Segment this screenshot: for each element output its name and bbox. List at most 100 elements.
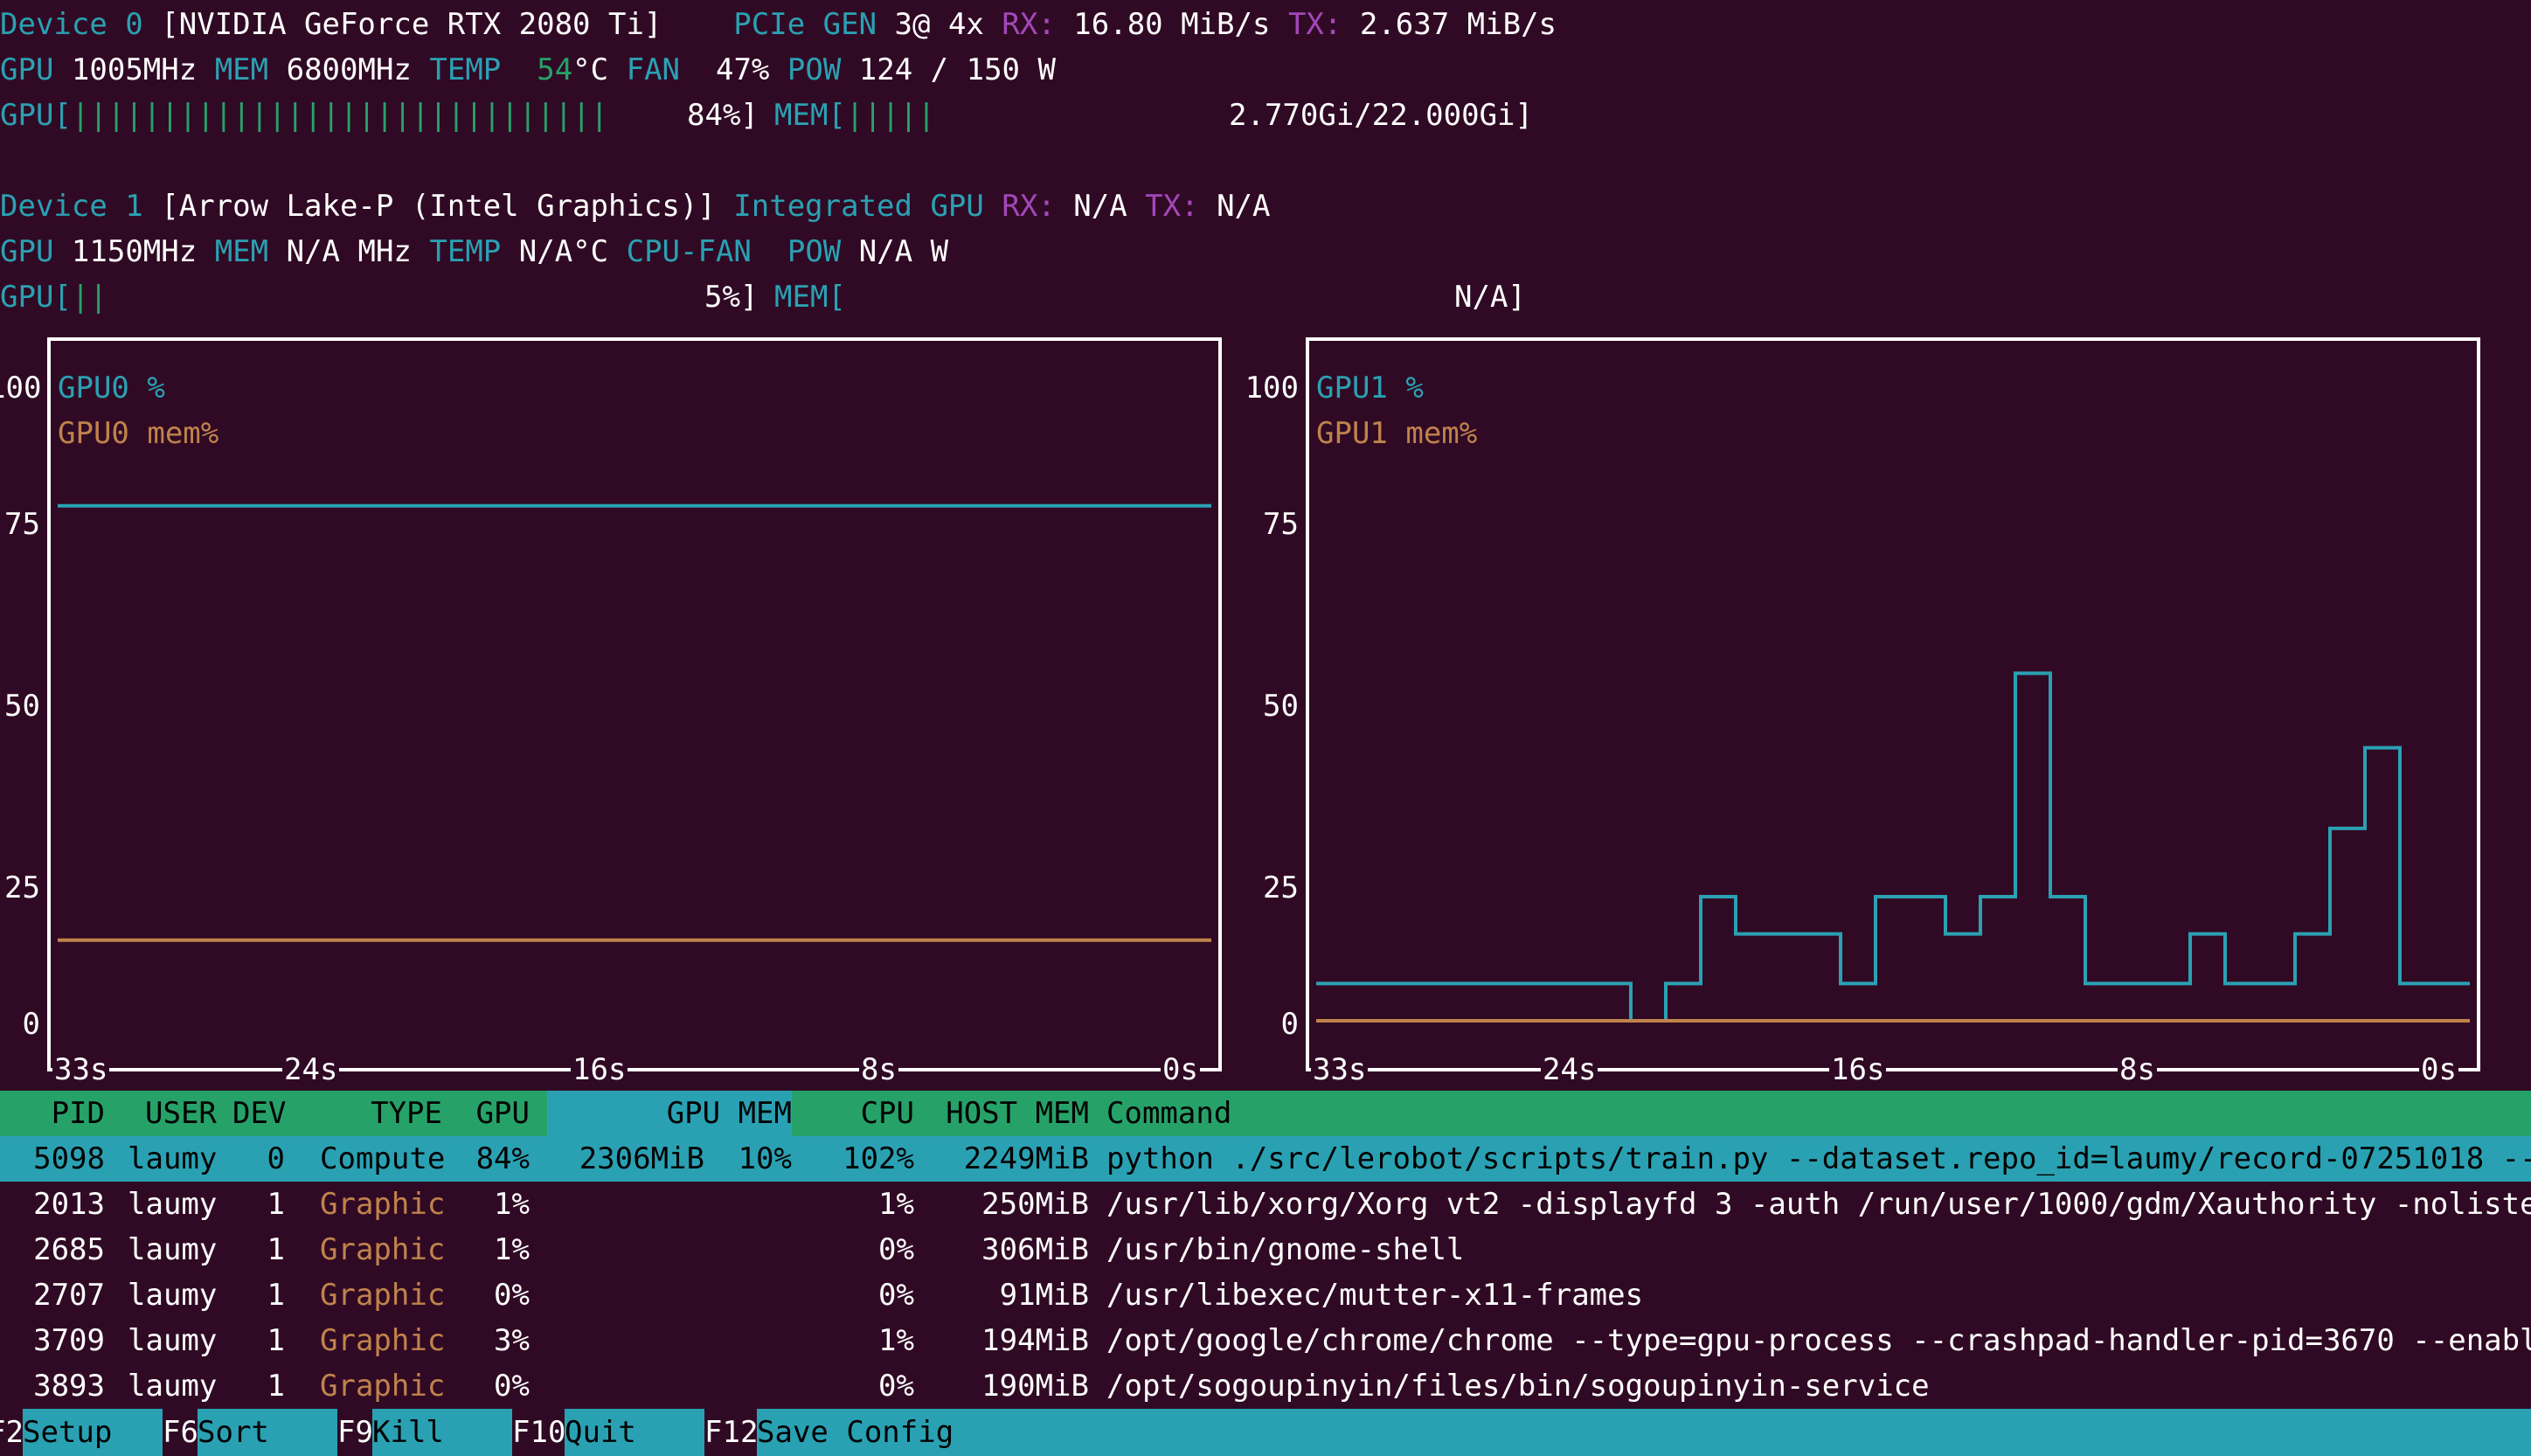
- cell-type: Graphic: [320, 1187, 446, 1222]
- fkey-f6[interactable]: F6: [163, 1409, 198, 1456]
- cell-dev: 1: [267, 1232, 285, 1267]
- cell-hostmem: 190MiB: [981, 1369, 1089, 1404]
- cell-gpu: 0%: [494, 1369, 530, 1404]
- fkey-quit-button[interactable]: Quit: [565, 1409, 704, 1456]
- cell-pid: 3893: [33, 1369, 105, 1404]
- gpu0-legend-1: GPU0 mem%: [58, 416, 219, 451]
- fkey-f2[interactable]: F2: [0, 1409, 24, 1456]
- cell-command: /usr/lib/xorg/Xorg vt2 -displayfd 3 -aut…: [1106, 1187, 2531, 1222]
- cell-user: laumy: [128, 1232, 218, 1267]
- cell-user: laumy: [128, 1278, 218, 1313]
- cell-cpu: 0%: [878, 1232, 914, 1267]
- cell-hostmem: 306MiB: [981, 1232, 1089, 1267]
- cell-type: Compute: [320, 1141, 446, 1176]
- cell-type: Graphic: [320, 1369, 446, 1404]
- gpu1-ytick-50: 50: [1263, 689, 1299, 724]
- cell-command: /opt/sogoupinyin/files/bin/sogoupinyin-s…: [1106, 1369, 1930, 1404]
- cell-type: Graphic: [320, 1323, 446, 1358]
- table-row[interactable]: 2707 laumy 1 Graphic 0% 0% 91MiB/usr/libexec/m…: [0, 1272, 2531, 1318]
- cell-command: /opt/google/chrome/chrome --type=gpu-pro…: [1106, 1323, 2531, 1358]
- gpu1-ytick-0: 0: [1280, 1007, 1299, 1042]
- column-header-command[interactable]: Command: [1106, 1091, 1231, 1136]
- cell-type: Graphic: [320, 1278, 446, 1313]
- cell-pid: 2707: [33, 1278, 105, 1313]
- cell-dev: 0: [267, 1141, 285, 1176]
- cell-dev: 1: [267, 1323, 285, 1358]
- fkey-f10[interactable]: F10: [512, 1409, 565, 1456]
- cell-cpu: 102%: [843, 1141, 914, 1176]
- cell-hostmem: 250MiB: [981, 1187, 1089, 1222]
- gpu1-xtick-16s: 16s: [1829, 1047, 1887, 1092]
- cell-dev: 1: [267, 1187, 285, 1222]
- column-header-host-mem[interactable]: HOST MEM: [946, 1091, 1089, 1136]
- cell-user: laumy: [128, 1187, 218, 1222]
- cell-gpu: 1%: [494, 1187, 530, 1222]
- gpu0-legend-0: GPU0 %: [58, 371, 165, 406]
- gpu0-xtick-16s: 16s: [571, 1047, 628, 1092]
- gpu0-ytick-25: 25: [4, 870, 40, 905]
- gpu1-xtick-24s: 24s: [1541, 1047, 1598, 1092]
- cell-dev: 1: [267, 1369, 285, 1404]
- cell-user: laumy: [128, 1369, 218, 1404]
- cell-command: /usr/libexec/mutter-x11-frames: [1106, 1278, 1644, 1313]
- gpu1-ytick-25: 25: [1263, 870, 1299, 905]
- column-header-type[interactable]: TYPE: [371, 1091, 442, 1136]
- gpu1-xtick-33s: 33s: [1311, 1047, 1369, 1092]
- cell-pid: 2013: [33, 1187, 105, 1222]
- column-header-dev[interactable]: DEV: [232, 1091, 286, 1136]
- cell-dev: 1: [267, 1278, 285, 1313]
- cell-cpu: 0%: [878, 1278, 914, 1313]
- cell-hostmem: 194MiB: [981, 1323, 1089, 1358]
- column-header-gpu-mem[interactable]: GPU MEM: [667, 1091, 792, 1136]
- cell-hostmem: 2249MiB: [963, 1141, 1089, 1176]
- cell-pid: 3709: [33, 1323, 105, 1358]
- table-row[interactable]: 2685 laumy 1 Graphic 1% 0% 306MiB/usr/bin/gnom…: [0, 1227, 2531, 1272]
- gpu0-xtick-24s: 24s: [282, 1047, 340, 1092]
- cell-gpumem: 2306MiB: [579, 1141, 704, 1176]
- cell-cpu: 1%: [878, 1323, 914, 1358]
- gpu1-series-0-line: [1316, 671, 2470, 1023]
- column-header-cpu[interactable]: CPU: [861, 1091, 914, 1136]
- fkey-sort-button[interactable]: Sort: [198, 1409, 337, 1456]
- gpu0-ytick-50: 50: [4, 689, 40, 724]
- cell-pid: 5098: [33, 1141, 105, 1176]
- cell-cpu: 1%: [878, 1187, 914, 1222]
- gpu0-xtick-0s: 0s: [1161, 1047, 1200, 1092]
- cell-user: laumy: [128, 1323, 218, 1358]
- gpu0-ytick-0: 0: [22, 1007, 40, 1042]
- cell-gpu: 3%: [494, 1323, 530, 1358]
- cell-cpu: 0%: [878, 1369, 914, 1404]
- gpu0-xtick-33s: 33s: [52, 1047, 110, 1092]
- gpu0-ytick-75: 75: [4, 507, 40, 542]
- fkey-save-config-button[interactable]: Save Config: [757, 1409, 2531, 1456]
- table-row[interactable]: 5098 laumy 0 Compute 84% 2306MiB 10% 102% 2249Mi…: [0, 1136, 2531, 1182]
- cell-gpumem_pct: 10%: [738, 1141, 792, 1176]
- cell-command: python ./src/lerobot/scripts/train.py --…: [1106, 1141, 2531, 1176]
- gpu0-xtick-8s: 8s: [859, 1047, 898, 1092]
- cell-gpu: 0%: [494, 1278, 530, 1313]
- column-header-pid[interactable]: PID: [52, 1091, 105, 1136]
- fkey-f9[interactable]: F9: [337, 1409, 373, 1456]
- gpu1-ytick-100: 100: [1245, 371, 1299, 406]
- fkey-kill-button[interactable]: Kill: [372, 1409, 512, 1456]
- table-row[interactable]: 3709 laumy 1 Graphic 3% 1% 194MiB/opt/google/c…: [0, 1318, 2531, 1363]
- cell-user: laumy: [128, 1141, 218, 1176]
- gpu1-xtick-0s: 0s: [2419, 1047, 2458, 1092]
- cell-command: /usr/bin/gnome-shell: [1106, 1232, 1465, 1267]
- cell-pid: 2685: [33, 1232, 105, 1267]
- column-header-gpu[interactable]: GPU: [476, 1091, 530, 1136]
- gpu0-ytick-100: 100: [0, 371, 42, 406]
- column-header-user[interactable]: USER: [145, 1091, 217, 1136]
- gpu1-xtick-8s: 8s: [2118, 1047, 2157, 1092]
- fkey-f12[interactable]: F12: [704, 1409, 758, 1456]
- cell-gpu: 1%: [494, 1232, 530, 1267]
- cell-hostmem: 91MiB: [999, 1278, 1089, 1313]
- gpu1-legend-0: GPU1 %: [1316, 371, 1424, 406]
- cell-type: Graphic: [320, 1232, 446, 1267]
- fkey-setup-button[interactable]: Setup: [23, 1409, 163, 1456]
- gpu1-legend-1: GPU1 mem%: [1316, 416, 1478, 451]
- gpu1-ytick-75: 75: [1263, 507, 1299, 542]
- cell-gpu: 84%: [475, 1141, 530, 1176]
- table-row[interactable]: 2013 laumy 1 Graphic 1% 1% 250MiB/usr/lib/xorg…: [0, 1182, 2531, 1227]
- table-row[interactable]: 3893 laumy 1 Graphic 0% 0% 190MiB/opt/sogoupin…: [0, 1363, 2531, 1409]
